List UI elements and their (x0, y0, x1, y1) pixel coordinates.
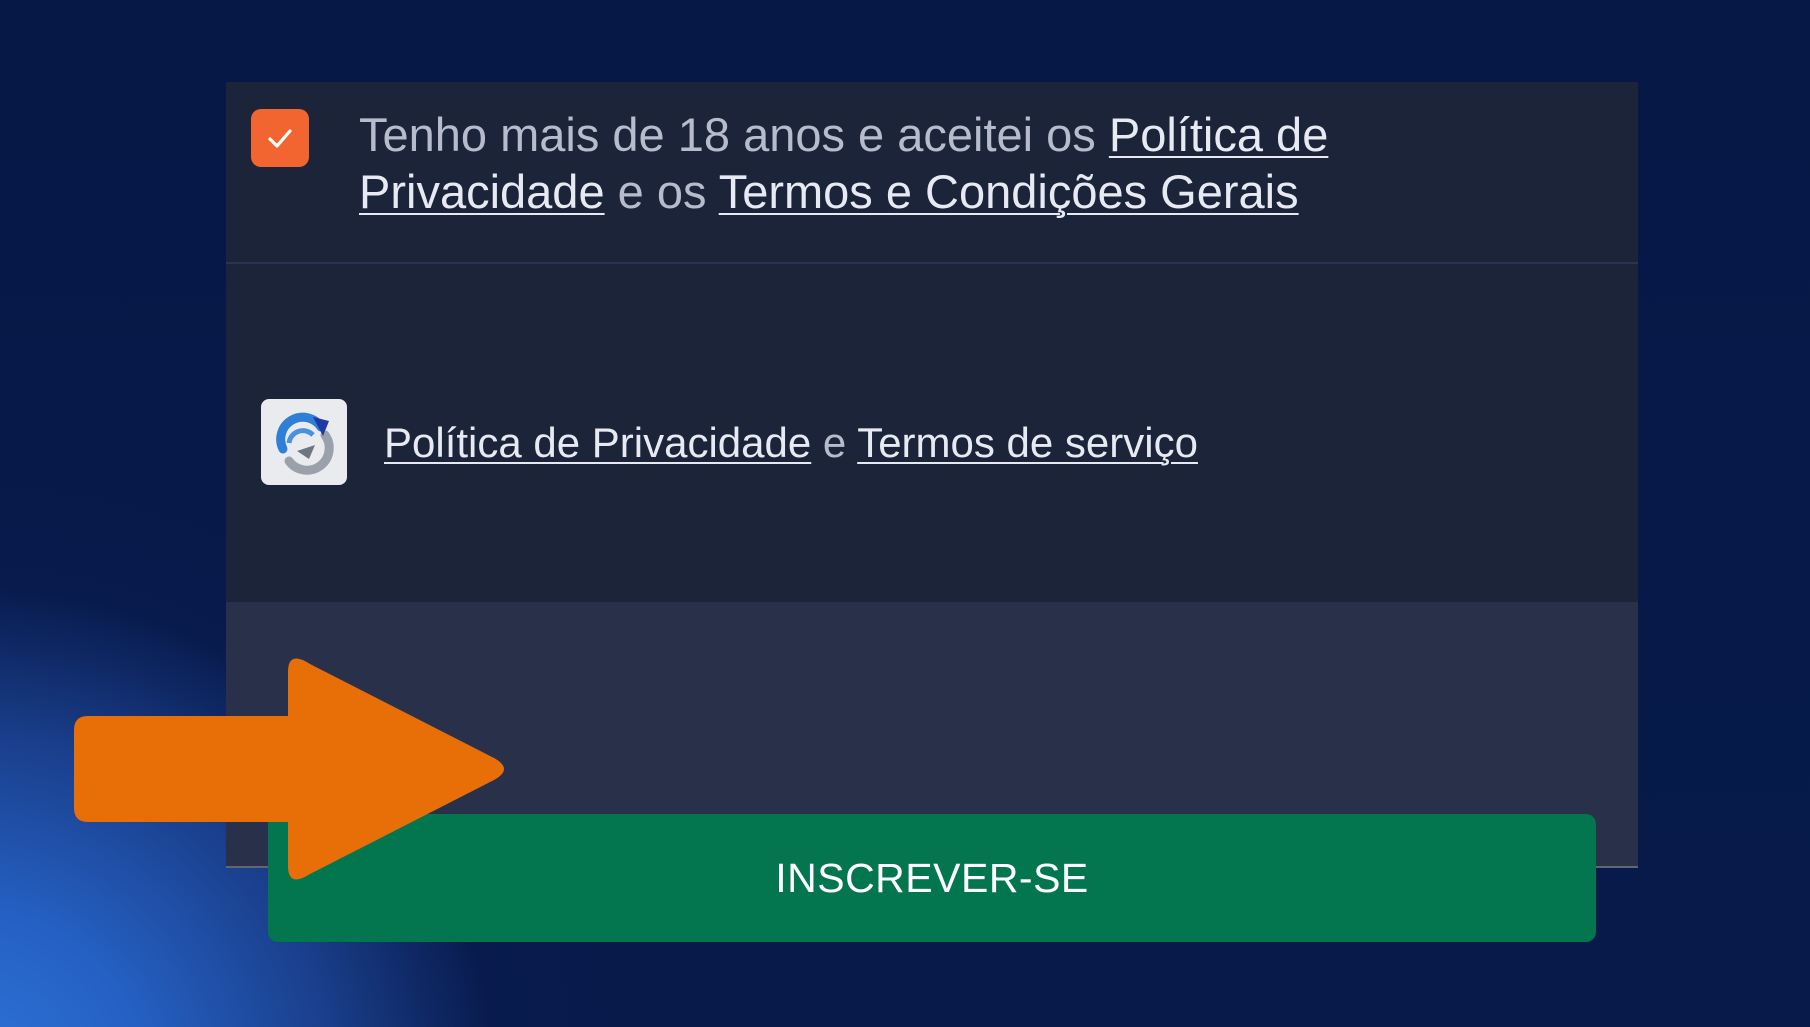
recaptcha-notice-text: Política de Privacidade e Termos de serv… (384, 418, 1198, 468)
arrow-right-icon (74, 658, 504, 880)
checkmark-icon (268, 129, 292, 148)
age-consent-text: Tenho mais de 18 anos e aceitei os Polít… (359, 106, 1539, 220)
consent-middle-text: e os (604, 165, 719, 218)
recaptcha-privacy-link[interactable]: Política de Privacidade (384, 419, 811, 466)
age-consent-checkbox[interactable] (251, 109, 309, 167)
recaptcha-connector-text: e (811, 419, 858, 466)
age-consent-row: Tenho mais de 18 anos e aceitei os Polít… (226, 82, 1638, 264)
recaptcha-logo-icon (261, 399, 347, 485)
terms-conditions-link[interactable]: Termos e Condições Gerais (719, 165, 1299, 218)
recaptcha-terms-link[interactable]: Termos de serviço (857, 419, 1198, 466)
consent-prefix-text: Tenho mais de 18 anos e aceitei os (359, 108, 1109, 161)
